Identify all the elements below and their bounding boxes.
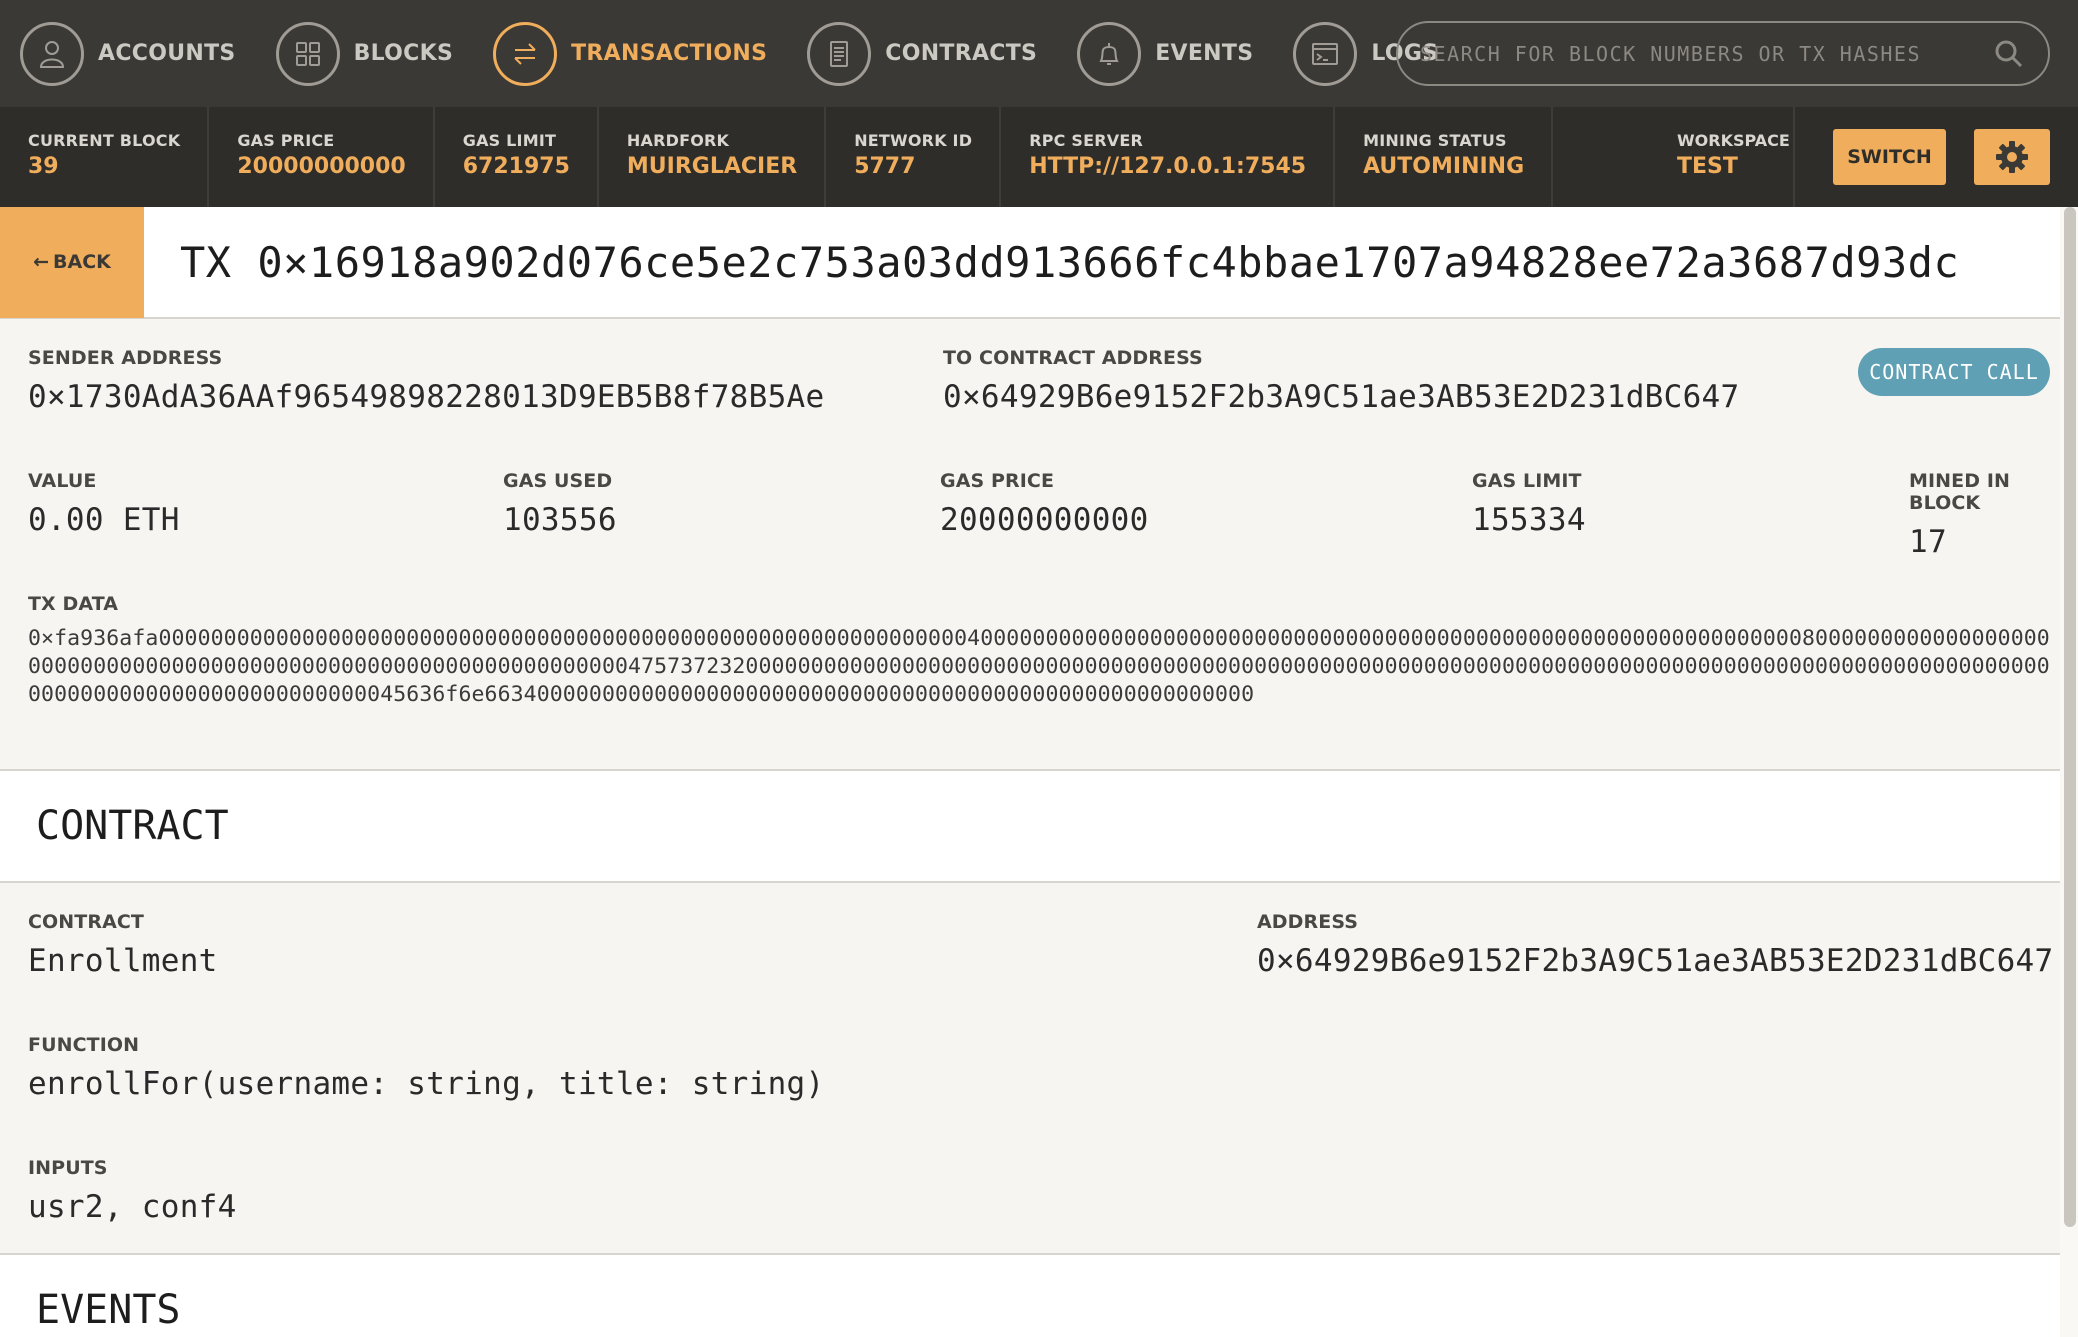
stat-value: HTTP://127.0.0.1:7545 — [1029, 154, 1307, 179]
stat-hardfork: HARDFORK MUIRGLACIER — [599, 107, 827, 207]
stat-label: NETWORK ID — [854, 131, 973, 150]
workspace-value: TEST — [1677, 154, 1738, 179]
status-bar: CURRENT BLOCK 39 GAS PRICE 20000000000 G… — [0, 107, 2078, 207]
value-value: 0.00 ETH — [28, 502, 180, 538]
back-label: BACK — [53, 251, 111, 273]
stat-value: AUTOMINING — [1363, 154, 1525, 179]
workspace-label: WORKSPACE — [1677, 131, 1790, 150]
field-label: GAS USED — [503, 470, 613, 492]
function-value: enrollFor(username: string, title: strin… — [28, 1066, 825, 1102]
search-input[interactable] — [1420, 41, 1992, 66]
contract-call-badge: CONTRACT CALL — [1858, 348, 2050, 396]
stat-value: 20000000000 — [237, 154, 406, 179]
sender-address-field: SENDER ADDRESS 0×1730AdA36AAf96549898228… — [28, 347, 824, 415]
events-section-title: EVENTS — [0, 1255, 2060, 1337]
gas-used-value: 103556 — [503, 502, 617, 538]
mined-in-block-value: 17 — [1909, 524, 1947, 560]
stat-label: CURRENT BLOCK — [28, 131, 181, 150]
inputs-field: INPUTS usr2, conf4 — [28, 1157, 237, 1225]
stat-label: GAS PRICE — [237, 131, 335, 150]
user-icon — [20, 21, 84, 86]
nav-events[interactable]: EVENTS — [1077, 0, 1253, 107]
field-label: CONTRACT — [28, 911, 144, 933]
stat-value: 39 — [28, 154, 59, 179]
tx-header: ← BACK TX 0×16918a902d076ce5e2c753a03dd9… — [0, 207, 2060, 319]
stat-value: 5777 — [854, 154, 916, 179]
stat-rpc-server: RPC SERVER HTTP://127.0.0.1:7545 — [1001, 107, 1336, 207]
stat-label: GAS LIMIT — [462, 131, 557, 150]
tx-data-value: 0×fa936afa000000000000000000000000000000… — [28, 626, 2050, 707]
divider — [1793, 107, 1795, 207]
document-icon — [807, 21, 872, 86]
mined-in-block-field: MINED IN BLOCK 17 — [1909, 470, 2060, 560]
nav-transactions-label: TRANSACTIONS — [571, 41, 768, 66]
back-button[interactable]: ← BACK — [0, 207, 144, 318]
arrow-left-icon: ← — [33, 251, 50, 273]
field-label: GAS PRICE — [940, 470, 1055, 492]
terminal-icon — [1293, 21, 1358, 86]
gas-used-field: GAS USED 103556 — [503, 470, 617, 538]
field-label: INPUTS — [28, 1157, 108, 1179]
transaction-detail: ← BACK TX 0×16918a902d076ce5e2c753a03dd9… — [0, 207, 2060, 1337]
stat-current-block: CURRENT BLOCK 39 — [0, 107, 210, 207]
gas-price-field: GAS PRICE 20000000000 — [940, 470, 1149, 538]
nav-accounts[interactable]: ACCOUNTS — [20, 0, 236, 107]
function-field: FUNCTION enrollFor(username: string, tit… — [28, 1034, 824, 1102]
nav-blocks[interactable]: BLOCKS — [275, 0, 454, 107]
contract-section-title: CONTRACT — [0, 771, 2060, 883]
value-field: VALUE 0.00 ETH — [28, 470, 180, 538]
contract-section: CONTRACT Enrollment ADDRESS 0×64929B6e91… — [0, 883, 2060, 1255]
to-address-value: 0×64929B6e9152F2b3A9C51ae3AB53E2D231dBC6… — [943, 379, 1740, 415]
field-label: FUNCTION — [28, 1034, 140, 1056]
stat-label: MINING STATUS — [1363, 131, 1507, 150]
sender-address-value: 0×1730AdA36AAf96549898228013D9EB5B8f78B5… — [28, 379, 825, 415]
to-contract-address-field: TO CONTRACT ADDRESS 0×64929B6e9152F2b3A9… — [943, 347, 1739, 415]
tx-data-field: TX DATA 0×fa936afa0000000000000000000000… — [28, 593, 2058, 709]
scrollbar[interactable] — [2064, 207, 2076, 1227]
contract-name-value: Enrollment — [28, 943, 218, 979]
stat-label: HARDFORK — [626, 131, 730, 150]
contract-address-field: ADDRESS 0×64929B6e9152F2b3A9C51ae3AB53E2… — [1257, 911, 2053, 979]
stat-mining-status: MINING STATUS AUTOMINING — [1335, 107, 1554, 207]
field-label: VALUE — [28, 470, 97, 492]
nav-transactions[interactable]: TRANSACTIONS — [493, 0, 767, 107]
field-label: TX DATA — [28, 593, 119, 615]
gas-limit-value: 155334 — [1472, 502, 1586, 538]
contract-address-value: 0×64929B6e9152F2b3A9C51ae3AB53E2D231dBC6… — [1257, 943, 2054, 979]
nav-events-label: EVENTS — [1155, 41, 1254, 66]
stat-label: RPC SERVER — [1029, 131, 1143, 150]
field-label: MINED IN BLOCK — [1909, 470, 2011, 514]
nav-accounts-label: ACCOUNTS — [98, 41, 236, 66]
field-label: SENDER ADDRESS — [28, 347, 223, 369]
search-icon[interactable] — [1992, 37, 2026, 71]
swap-arrows-icon — [493, 21, 558, 86]
switch-workspace-button[interactable]: SWITCH — [1833, 129, 1946, 185]
gear-icon — [1996, 141, 2028, 173]
tx-details-section: SENDER ADDRESS 0×1730AdA36AAf96549898228… — [0, 319, 2060, 771]
field-label: TO CONTRACT ADDRESS — [943, 347, 1203, 369]
grid-icon — [275, 21, 340, 86]
contract-name-field: CONTRACT Enrollment — [28, 911, 218, 979]
field-label: GAS LIMIT — [1472, 470, 1582, 492]
nav-blocks-label: BLOCKS — [353, 41, 454, 66]
settings-button[interactable] — [1974, 129, 2050, 185]
nav-contracts-label: CONTRACTS — [885, 41, 1038, 66]
stat-value: MUIRGLACIER — [626, 154, 798, 179]
gas-limit-field: GAS LIMIT 155334 — [1472, 470, 1586, 538]
stat-gas-limit: GAS LIMIT 6721975 — [435, 107, 599, 207]
field-label: ADDRESS — [1257, 911, 1359, 933]
gas-price-value: 20000000000 — [940, 502, 1149, 538]
inputs-value: usr2, conf4 — [28, 1189, 237, 1225]
workspace-indicator: WORKSPACE TEST — [1677, 131, 1790, 179]
tx-hash-title: TX 0×16918a902d076ce5e2c753a03dd913666fc… — [180, 237, 1960, 287]
bell-icon — [1077, 21, 1142, 86]
stat-network-id: NETWORK ID 5777 — [826, 107, 1002, 207]
top-navigation: ACCOUNTS BLOCKS TRANSACTIONS CONTRACTS E… — [0, 0, 2078, 107]
stat-gas-price: GAS PRICE 20000000000 — [209, 107, 435, 207]
search-box[interactable] — [1396, 21, 2050, 86]
nav-contracts[interactable]: CONTRACTS — [807, 0, 1037, 107]
stat-value: 6721975 — [462, 154, 570, 179]
